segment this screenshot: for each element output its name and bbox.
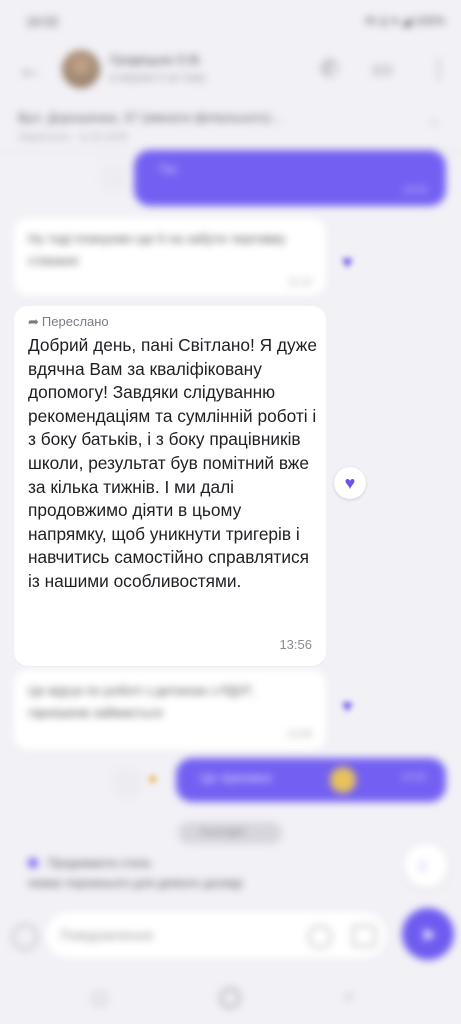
- arrow-down-icon: ↓: [418, 854, 427, 874]
- reply-subtitle: немає порожнього для деякого досвіді: [28, 876, 243, 890]
- outgoing-message[interactable]: Так 13:01: [134, 150, 446, 206]
- system-navigation-bar: ▢ ‹: [0, 978, 461, 1024]
- message-text: Це відгук по роботі з дитиною з РДУГ, га…: [28, 683, 255, 720]
- reply-title: Продовжити стиль: [48, 856, 152, 870]
- message-time: 14:00: [400, 772, 426, 783]
- message-input-placeholder: Повідомлення: [60, 927, 153, 943]
- incoming-message[interactable]: Ну тоді плануємо ще 6 на забути черговму…: [14, 218, 326, 296]
- incoming-message[interactable]: Це відгук по роботі з дитиною з РДУГ, га…: [14, 670, 326, 750]
- share-icon[interactable]: [100, 164, 126, 190]
- composer: Повідомлення: [0, 900, 461, 970]
- video-call-icon[interactable]: ▭: [372, 56, 393, 82]
- reaction-button[interactable]: ♥: [334, 467, 366, 499]
- send-button[interactable]: ➤: [402, 908, 454, 960]
- forward-arrow-icon: ➦: [28, 314, 39, 329]
- message-time: 11:22: [287, 277, 312, 288]
- message-text: Так: [158, 162, 177, 176]
- recent-apps-icon[interactable]: ▢: [92, 988, 107, 1008]
- back-icon[interactable]: ‹: [346, 986, 352, 1007]
- message-text: Це приємно: [200, 770, 272, 785]
- more-options-icon[interactable]: ⋮: [428, 56, 450, 82]
- status-time: 16:02: [26, 14, 59, 29]
- message-time: 13:56: [279, 637, 312, 652]
- pinned-message-bar[interactable]: Вул. Дорошенка, 37 (кімнати філіального)…: [0, 100, 461, 153]
- message-text: Добрий день, пані Світлано! Я дуже вдячн…: [28, 335, 317, 591]
- status-icons: ✉ ◎ ▾ ◢ 100%: [365, 14, 445, 28]
- outgoing-message[interactable]: Це приємно 14:00: [176, 758, 446, 802]
- heart-icon[interactable]: ♥: [342, 696, 353, 717]
- back-arrow-icon[interactable]: ←: [18, 58, 42, 82]
- contact-name[interactable]: Гродецька О.В.: [110, 52, 202, 67]
- gif-icon[interactable]: [352, 925, 376, 947]
- sticker-icon[interactable]: [308, 925, 332, 949]
- message-input[interactable]: Повідомлення: [46, 912, 386, 958]
- sparkle-icon: ✦: [146, 772, 160, 789]
- message-time: 13:01: [402, 185, 428, 196]
- chevron-up-icon[interactable]: ⌃: [428, 118, 440, 135]
- send-icon: ➤: [420, 924, 437, 946]
- pinned-subtitle: Закріплено · 11.02.2025: [18, 132, 128, 143]
- contact-status: в мережі 5 хв тому: [110, 72, 206, 84]
- status-bar: 16:02 ✉ ◎ ▾ ◢ 100%: [0, 0, 461, 42]
- chat-header: ← Гродецька О.В. в мережі 5 хв тому ✆ ▭ …: [0, 42, 461, 100]
- scroll-down-button[interactable]: ↓: [404, 844, 448, 888]
- reply-dot-icon: [28, 858, 38, 868]
- emoji-icon: [330, 767, 356, 793]
- phone-icon[interactable]: ✆: [320, 56, 338, 82]
- forwarded-label: ➦ Переслано: [28, 314, 109, 329]
- message-text: Ну тоді плануємо ще 6 на забути черговму…: [28, 231, 286, 268]
- avatar[interactable]: [62, 50, 100, 88]
- share-icon[interactable]: [112, 768, 142, 798]
- home-icon[interactable]: [220, 988, 240, 1008]
- heart-icon: ♥: [344, 473, 356, 493]
- message-time: 13:58: [286, 729, 312, 740]
- emoji-picker-icon[interactable]: [12, 924, 38, 950]
- heart-icon[interactable]: ♥: [342, 252, 353, 273]
- forwarded-message[interactable]: ➦ Переслано Добрий день, пані Світлано! Я…: [14, 306, 326, 666]
- pinned-title: Вул. Дорошенка, 37 (кімнати філіального)…: [18, 110, 282, 125]
- date-chip: Сьогодні: [178, 822, 282, 844]
- reply-bar[interactable]: Продовжити стиль немає порожнього для де…: [0, 848, 400, 898]
